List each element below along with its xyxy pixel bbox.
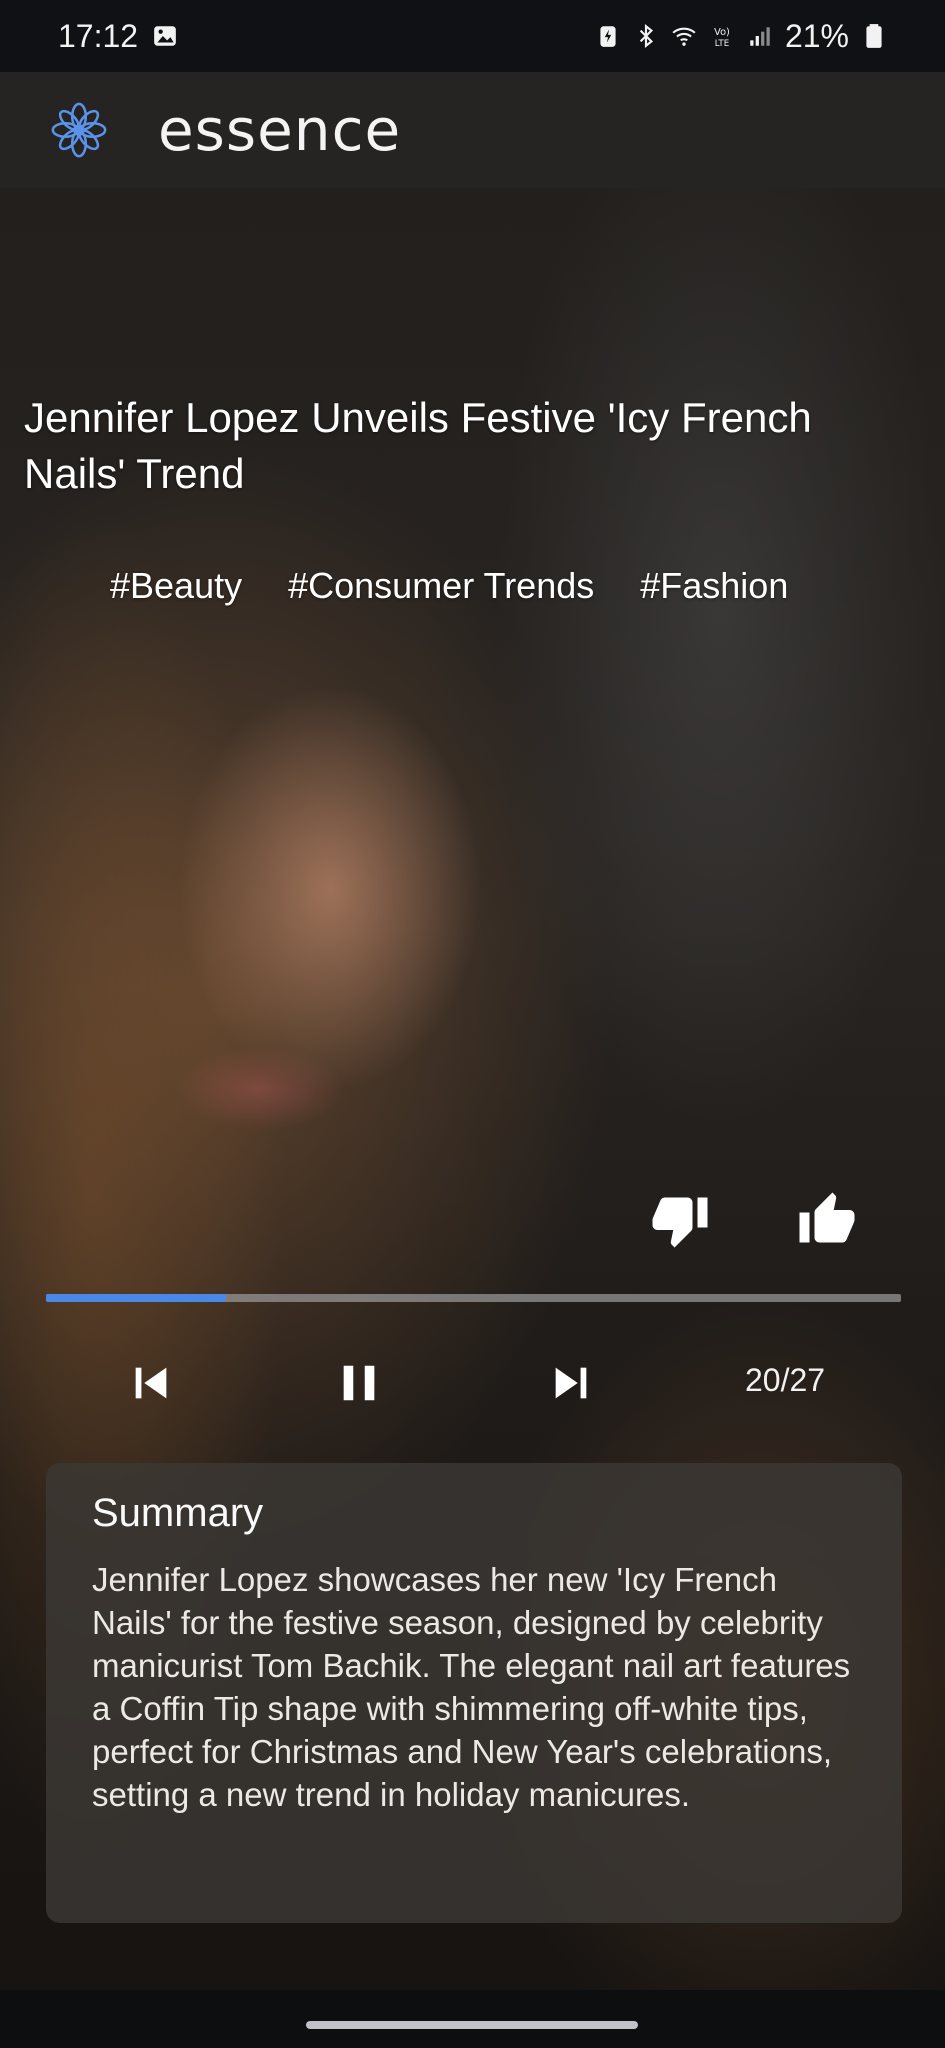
wifi-icon xyxy=(671,23,697,49)
app-title: essence xyxy=(158,96,402,164)
slide-counter: 20/27 xyxy=(745,1362,826,1398)
skip-previous-icon[interactable] xyxy=(128,1360,174,1406)
thumbs-down-icon[interactable] xyxy=(650,1190,710,1250)
signal-icon xyxy=(747,23,773,49)
pause-icon[interactable] xyxy=(336,1360,382,1406)
summary-title: Summary xyxy=(92,1491,264,1535)
app-screen: 17:12 Vo) LTE 21% essence Jennifer Lopez… xyxy=(0,0,945,2048)
status-bar: 17:12 Vo) LTE 21% xyxy=(0,0,945,72)
playback-progress-bar[interactable] xyxy=(46,1294,901,1302)
tag-beauty[interactable]: #Beauty xyxy=(110,565,242,607)
battery-saver-icon xyxy=(595,23,621,49)
tag-consumer-trends[interactable]: #Consumer Trends xyxy=(288,565,594,607)
app-bar: essence xyxy=(0,72,945,188)
volte-icon: Vo) LTE xyxy=(709,23,735,49)
status-time: 17:12 xyxy=(58,17,139,54)
article-title: Jennifer Lopez Unveils Festive 'Icy Fren… xyxy=(24,394,812,497)
summary-text: Jennifer Lopez showcases her new 'Icy Fr… xyxy=(92,1561,851,1813)
thumbs-up-icon[interactable] xyxy=(797,1190,857,1250)
tag-list: #Beauty #Consumer Trends #Fashion xyxy=(110,565,788,607)
svg-text:LTE: LTE xyxy=(715,39,729,49)
status-right: Vo) LTE 21% xyxy=(595,18,887,55)
gallery-icon xyxy=(152,23,178,49)
skip-next-icon[interactable] xyxy=(548,1360,594,1406)
bluetooth-icon xyxy=(633,23,659,49)
flower-logo-icon[interactable] xyxy=(48,99,110,161)
status-left: 17:12 xyxy=(58,18,178,55)
battery-icon xyxy=(861,23,887,49)
summary-card: Summary Jennifer Lopez showcases her new… xyxy=(46,1463,902,1923)
battery-percent: 21% xyxy=(784,17,849,54)
playback-progress-fill xyxy=(46,1294,226,1302)
tag-fashion[interactable]: #Fashion xyxy=(640,565,788,607)
navigation-bar xyxy=(0,1990,945,2048)
svg-text:Vo): Vo) xyxy=(714,27,730,38)
home-indicator[interactable] xyxy=(306,2021,638,2029)
